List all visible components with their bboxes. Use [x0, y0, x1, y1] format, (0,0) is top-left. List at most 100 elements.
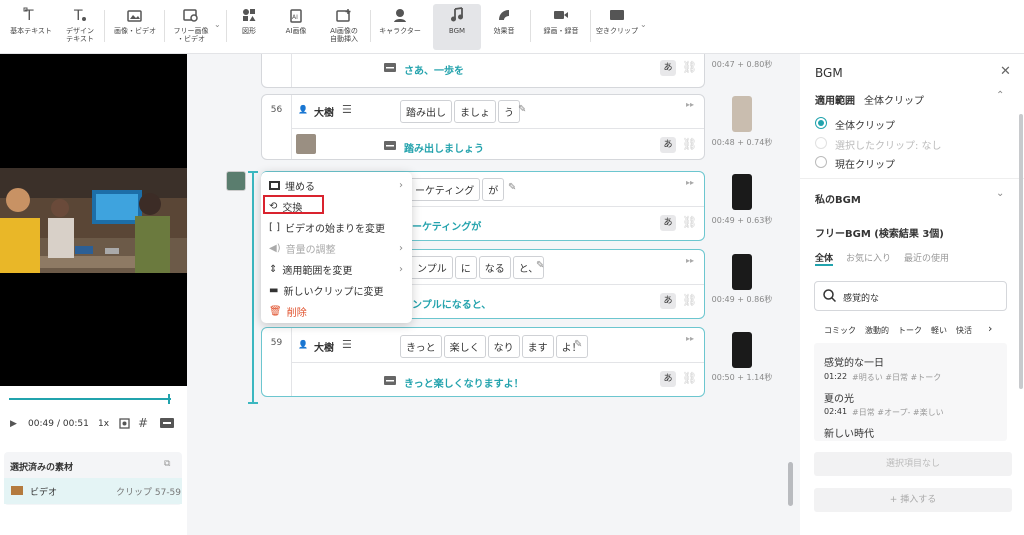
track-title[interactable]: 新しい時代 [824, 425, 874, 440]
toolbar-ai-image[interactable]: AI AI画像 [278, 6, 314, 50]
link-icon[interactable]: ⛓ [682, 293, 697, 307]
chevron-down-icon[interactable]: ⌄ [640, 20, 647, 29]
clip-caption[interactable]: 踏み出しましょう [404, 140, 484, 155]
category-chip[interactable]: コミック [824, 325, 856, 336]
settings-icon[interactable]: ☰ [342, 103, 352, 116]
timeline-progress[interactable] [9, 398, 171, 400]
font-button[interactable]: あ [660, 60, 676, 76]
radio-current[interactable] [815, 156, 827, 168]
no-selection-button[interactable]: 選択項目なし [814, 452, 1012, 476]
screenshot-icon[interactable] [118, 417, 131, 433]
toolbar-empty-clip[interactable]: 空きクリップ [592, 6, 642, 50]
selected-material-row[interactable]: ビデオ クリップ 57-59 [4, 478, 182, 504]
menu-change-start[interactable]: [ ] ビデオの始まりを変更 [269, 220, 385, 235]
search-box[interactable]: 感覚的な [814, 281, 1007, 311]
menu-volume[interactable]: ◀) 音量の調整 › [269, 241, 403, 256]
clip-caption[interactable]: ンプルになると、 [412, 296, 491, 311]
speaker-name[interactable]: 大樹 [314, 104, 334, 119]
word-chip[interactable]: に [454, 256, 477, 279]
clip-caption[interactable]: ーケティングが [412, 218, 481, 233]
menu-apply-range[interactable]: ⇕ 適用範囲を変更 › [269, 262, 403, 277]
pencil-icon[interactable]: ✎ [574, 339, 582, 350]
toolbar-design-text[interactable]: T デザイン テキスト [58, 6, 102, 50]
toolbar-shape[interactable]: 図形 [232, 6, 266, 50]
word-chip[interactable]: ンプル [412, 256, 453, 279]
forward-icon[interactable]: ▸▸ [686, 100, 694, 109]
pencil-icon[interactable]: ✎ [536, 260, 544, 271]
radio-all[interactable] [815, 117, 827, 129]
radio-selected[interactable] [815, 137, 827, 149]
selection-bracket[interactable] [252, 171, 254, 404]
toolbar-free-image[interactable]: フリー画像 ・ビデオ [168, 6, 214, 50]
pencil-icon[interactable]: ✎ [518, 104, 526, 115]
chevron-down-icon[interactable]: ⌄ [996, 188, 1004, 199]
toolbar-bgm[interactable]: BGM [433, 4, 481, 50]
clip-thumbnail[interactable] [732, 174, 752, 210]
category-chip[interactable]: 軽い [931, 325, 947, 336]
link-icon[interactable]: ⛓ [682, 215, 697, 229]
clip-caption[interactable]: きっと楽しくなりますよ！ [404, 375, 524, 390]
track-title[interactable]: 感覚的な一日 [824, 354, 884, 369]
expand-icon[interactable]: ⧉ [164, 459, 170, 469]
settings-icon[interactable]: ☰ [342, 338, 352, 351]
word-chip[interactable]: 踏み出し [400, 100, 452, 123]
font-button[interactable]: あ [660, 371, 676, 387]
word-chip[interactable]: ーケティング [410, 178, 481, 201]
chevron-down-icon[interactable]: ⌄ [214, 20, 221, 29]
word-chip[interactable]: ます [521, 335, 554, 358]
my-bgm-label[interactable]: 私のBGM [815, 191, 861, 206]
clip-thumbnail[interactable] [732, 254, 752, 290]
clip-thumbnail[interactable] [732, 332, 752, 368]
word-chip[interactable]: が [482, 178, 505, 201]
category-chip[interactable]: 激動的 [865, 325, 889, 336]
tab-recent[interactable]: 最近の使用 [904, 251, 949, 264]
center-scrollbar[interactable] [788, 462, 793, 506]
toolbar-record[interactable]: 録画・録音 [538, 6, 584, 50]
track-title[interactable]: 夏の光 [824, 390, 854, 405]
clip-caption[interactable]: さあ、一歩を [404, 62, 464, 77]
menu-replace[interactable]: ⟲ 交換 [269, 199, 302, 214]
toolbar-ai-insert[interactable]: AI画像の 自動挿入 [322, 6, 366, 50]
search-input[interactable]: 感覚的な [843, 291, 879, 304]
word-chip[interactable]: 楽しく [443, 335, 486, 358]
toolbar-basic-text[interactable]: T 基本テキスト [8, 6, 54, 50]
clip-block-59[interactable]: 59 👤 大樹 ☰ きっと 楽しく なり ます よ！ ✎ ▸▸ きっと楽しくなりますよ！… [261, 327, 705, 397]
font-button[interactable]: あ [660, 215, 676, 231]
clip-image-thumb[interactable] [296, 134, 316, 154]
font-button[interactable]: あ [660, 137, 676, 153]
speaker-name[interactable]: 大樹 [314, 339, 334, 354]
tab-all[interactable]: 全体 [815, 251, 833, 264]
close-icon[interactable]: ✕ [1000, 64, 1011, 79]
grid-icon[interactable]: # [138, 416, 148, 430]
category-chip[interactable]: 快活 [956, 325, 972, 336]
menu-new-clip[interactable]: ▬ 新しいクリップに変更 [269, 283, 383, 298]
toolbar-image-video[interactable]: 画像・ビデオ [110, 6, 160, 50]
menu-fill[interactable]: 埋める › [269, 178, 403, 193]
menu-delete[interactable]: 🗑 削除 [269, 304, 307, 319]
right-scrollbar[interactable] [1019, 114, 1023, 389]
play-icon[interactable]: ▶ [10, 419, 17, 429]
clip-thumbnail[interactable] [732, 96, 752, 132]
pencil-icon[interactable]: ✎ [508, 182, 516, 193]
word-chip[interactable]: なり [487, 335, 520, 358]
clip-block-56[interactable]: 56 👤 大樹 ☰ 踏み出し ましょう ✎ ▸▸ 踏み出しましょう あ ⛓ [261, 94, 705, 160]
insert-button[interactable]: + 挿入する [814, 488, 1012, 512]
forward-icon[interactable]: ▸▸ [686, 178, 694, 187]
word-chip[interactable]: なる [478, 256, 511, 279]
word-chip[interactable]: きっと [400, 335, 442, 358]
forward-icon[interactable]: ▸▸ [686, 334, 694, 343]
category-chip[interactable]: トーク [898, 325, 922, 336]
chevron-up-icon[interactable]: ⌃ [996, 90, 1004, 101]
link-icon[interactable]: ⛓ [682, 60, 697, 74]
font-button[interactable]: あ [660, 293, 676, 309]
speed-button[interactable]: 1x [98, 419, 109, 429]
subtitle-icon[interactable] [160, 418, 174, 431]
link-icon[interactable]: ⛓ [682, 137, 697, 151]
forward-icon[interactable]: ▸▸ [686, 256, 694, 265]
toolbar-sound-effect[interactable]: 効果音 [486, 6, 522, 50]
chevron-right-icon[interactable]: › [988, 322, 992, 335]
tab-favorites[interactable]: お気に入り [846, 251, 891, 264]
bracket-thumb[interactable] [226, 171, 246, 191]
word-chip[interactable]: ましょ [454, 100, 496, 123]
word-chip[interactable]: う [498, 100, 520, 123]
